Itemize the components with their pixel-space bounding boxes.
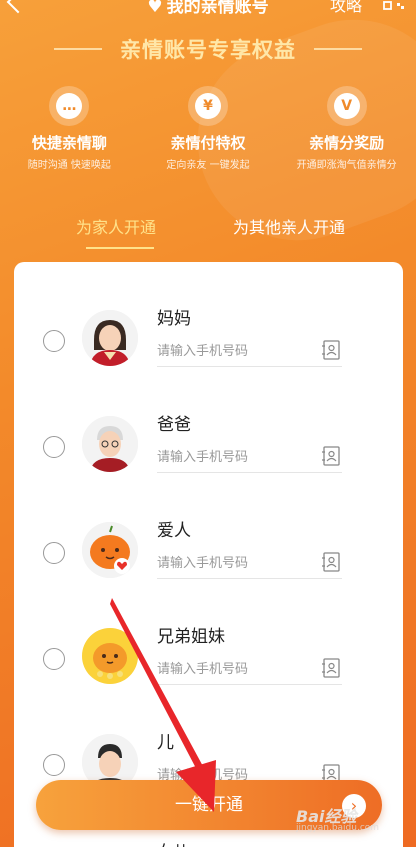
benefit-title: 亲情付特权 (170, 134, 246, 152)
phone-input[interactable] (157, 658, 317, 680)
strategy-link[interactable]: 攻略 (330, 0, 362, 16)
member-name: 兄弟姐妹 (157, 627, 225, 647)
mother-avatar (82, 310, 138, 366)
input-underline (157, 472, 342, 473)
benefit-title: 亲情分奖励 (309, 134, 385, 152)
contact-book-icon[interactable] (321, 446, 341, 466)
member-name-partial: 女儿 (157, 838, 189, 847)
phone-input[interactable] (157, 552, 317, 574)
input-underline (157, 684, 342, 685)
member-row-mother: 妈妈 (14, 292, 403, 392)
tab-bar: 为家人开通 为其他亲人开通 (0, 214, 416, 250)
member-row-father: 爸爸 (14, 398, 403, 498)
reward-icon: V (326, 86, 367, 126)
member-name: 爸爸 (157, 415, 191, 435)
benefits-row: … 快捷亲情聊 随时沟通 快速唤起 ¥ 亲情付特权 定向亲友 一键发起 V 亲情… (0, 86, 416, 171)
member-name: 儿 (157, 733, 174, 753)
phone-input[interactable] (157, 340, 317, 362)
sibling-avatar (82, 628, 138, 684)
tab-self[interactable]: 为家人开通 (76, 214, 156, 238)
divider (314, 48, 362, 50)
member-radio[interactable] (43, 330, 65, 352)
member-list-card: 妈妈 爸爸 (14, 262, 403, 847)
chat-icon: … (49, 86, 90, 126)
contact-book-icon[interactable] (321, 340, 341, 360)
pay-icon: ¥ (188, 86, 228, 126)
input-underline (157, 578, 342, 579)
contact-book-icon[interactable] (321, 552, 341, 572)
benefit-chat[interactable]: … 快捷亲情聊 随时沟通 快速唤起 (0, 86, 139, 171)
family-icon: ♥ (147, 0, 163, 17)
benefit-title: 快捷亲情聊 (31, 134, 107, 152)
contact-book-icon[interactable] (321, 658, 341, 678)
qr-code-icon[interactable] (383, 0, 405, 10)
phone-input[interactable] (157, 446, 317, 468)
tab-other[interactable]: 为其他亲人开通 (233, 214, 345, 238)
divider (54, 48, 102, 50)
banner: 亲情账号专享权益 (0, 34, 416, 64)
benefit-pay[interactable]: ¥ 亲情付特权 定向亲友 一键发起 (139, 86, 278, 171)
member-row-spouse: 爱人 (14, 504, 403, 604)
tab-active-indicator (86, 247, 154, 249)
benefit-subtitle: 随时沟通 快速唤起 (27, 160, 111, 171)
watermark-url: jingyan.baidu.com (296, 823, 380, 833)
banner-title: 亲情账号专享权益 (120, 38, 296, 62)
member-radio[interactable] (43, 542, 65, 564)
benefit-subtitle: 开通即涨淘气值亲情分 (296, 160, 397, 171)
input-underline (157, 366, 342, 367)
member-radio[interactable] (43, 754, 65, 776)
benefit-reward[interactable]: V 亲情分奖励 开通即涨淘气值亲情分 (277, 86, 416, 171)
top-bar: ♥ 我的亲情账号 攻略 (0, 0, 416, 22)
father-avatar (82, 416, 138, 472)
member-radio[interactable] (43, 648, 65, 670)
page-title-text: 我的亲情账号 (166, 0, 269, 17)
member-name: 爱人 (157, 521, 191, 541)
spouse-avatar (82, 522, 138, 578)
benefit-subtitle: 定向亲友 一键发起 (166, 160, 250, 171)
member-name: 妈妈 (157, 309, 191, 329)
member-radio[interactable] (43, 436, 65, 458)
member-row-sibling: 兄弟姐妹 (14, 610, 403, 710)
